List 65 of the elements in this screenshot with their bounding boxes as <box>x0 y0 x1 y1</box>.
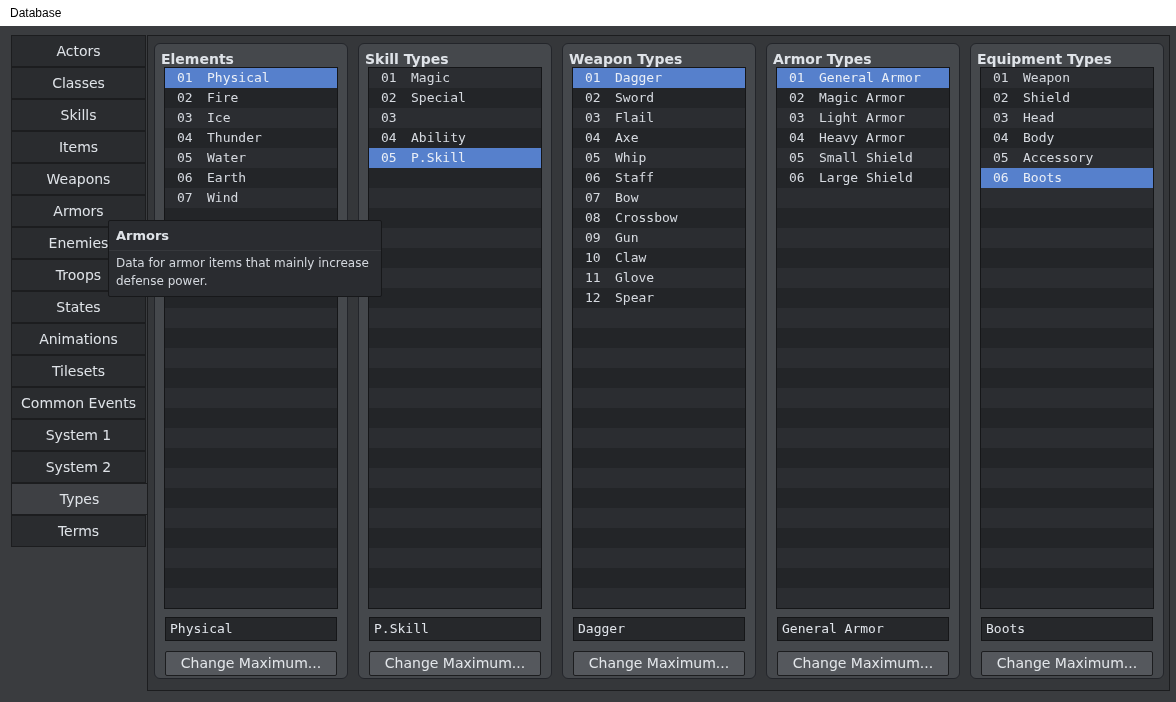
list-item[interactable]: 10 Claw <box>573 248 745 268</box>
sidebar-tab[interactable]: Animations <box>11 323 146 355</box>
list-item[interactable]: 02 Sword <box>573 88 745 108</box>
list-item[interactable]: 05 Accessory <box>981 148 1153 168</box>
list-item[interactable]: 05 Whip <box>573 148 745 168</box>
list-item[interactable]: 05 Small Shield <box>777 148 949 168</box>
group-title: Weapon Types <box>569 51 683 67</box>
change-maximum-button[interactable]: Change Maximum... <box>165 651 337 676</box>
sidebar-tab[interactable]: States <box>11 291 146 323</box>
list-item[interactable]: 02 Shield <box>981 88 1153 108</box>
window-title: Database <box>10 5 62 22</box>
sidebar-tab[interactable]: Armors <box>11 195 146 227</box>
list-item[interactable]: 12 Spear <box>573 288 745 308</box>
list-item[interactable]: 06 Large Shield <box>777 168 949 188</box>
sidebar-tab[interactable]: Actors <box>11 35 146 67</box>
list-item[interactable]: 07 Wind <box>165 188 337 208</box>
list-item[interactable]: 03 Light Armor <box>777 108 949 128</box>
list-item[interactable]: 04 Heavy Armor <box>777 128 949 148</box>
sidebar-tab[interactable]: Types <box>11 483 148 515</box>
sidebar-tab[interactable]: Common Events <box>11 387 146 419</box>
list-item[interactable]: 06 Earth <box>165 168 337 188</box>
sidebar-tab[interactable]: Tilesets <box>11 355 146 387</box>
list-item[interactable]: 07 Bow <box>573 188 745 208</box>
group-title: Elements <box>161 51 234 67</box>
list-item[interactable]: 11 Glove <box>573 268 745 288</box>
list-item[interactable]: 01 Magic <box>369 68 541 88</box>
type-list[interactable]: 01 Magic 02 Special 03 04 Ability 05 P.Skill <box>368 67 542 609</box>
group-title: Armor Types <box>773 51 872 67</box>
list-item[interactable]: 04 Axe <box>573 128 745 148</box>
name-field[interactable]: Boots <box>981 617 1153 641</box>
type-list[interactable]: 01 General Armor 02 Magic Armor 03 Light Armor 04 Heavy Armor 05 Small Shield 06 Large Shield <box>776 67 950 609</box>
name-field[interactable]: Physical <box>165 617 337 641</box>
type-list[interactable]: 01 Dagger 02 Sword 03 Flail 04 Axe 05 Whip 06 Staff 07 Bow 08 Crossbow 09 Gun 10 Claw 11 Glove 12 Spear <box>572 67 746 609</box>
list-item[interactable]: 09 Gun <box>573 228 745 248</box>
group-title: Skill Types <box>365 51 449 67</box>
list-item[interactable]: 03 Flail <box>573 108 745 128</box>
change-maximum-button[interactable]: Change Maximum... <box>369 651 541 676</box>
list-item[interactable]: 03 Head <box>981 108 1153 128</box>
type-list[interactable]: 01 Weapon 02 Shield 03 Head 04 Body 05 Accessory 06 Boots <box>980 67 1154 609</box>
name-field[interactable]: Dagger <box>573 617 745 641</box>
list-item[interactable]: 03 Ice <box>165 108 337 128</box>
sidebar-tab[interactable]: System 2 <box>11 451 146 483</box>
list-item[interactable]: 01 Weapon <box>981 68 1153 88</box>
sidebar-tab[interactable]: Items <box>11 131 146 163</box>
list-item[interactable]: 04 Thunder <box>165 128 337 148</box>
list-item[interactable]: 05 Water <box>165 148 337 168</box>
change-maximum-button[interactable]: Change Maximum... <box>777 651 949 676</box>
list-item[interactable]: 04 Body <box>981 128 1153 148</box>
sidebar-tab[interactable]: Weapons <box>11 163 146 195</box>
name-field[interactable]: General Armor <box>777 617 949 641</box>
list-item[interactable]: 02 Special <box>369 88 541 108</box>
list-item[interactable]: 03 <box>369 108 541 128</box>
list-item[interactable]: 04 Ability <box>369 128 541 148</box>
change-maximum-button[interactable]: Change Maximum... <box>573 651 745 676</box>
group-title: Equipment Types <box>977 51 1112 67</box>
list-item[interactable]: 08 Crossbow <box>573 208 745 228</box>
list-item[interactable]: 02 Magic Armor <box>777 88 949 108</box>
list-item[interactable]: 06 Staff <box>573 168 745 188</box>
change-maximum-button[interactable]: Change Maximum... <box>981 651 1153 676</box>
sidebar-tab[interactable]: Skills <box>11 99 146 131</box>
name-field[interactable]: P.Skill <box>369 617 541 641</box>
sidebar-tab[interactable]: System 1 <box>11 419 146 451</box>
list-item[interactable]: 02 Fire <box>165 88 337 108</box>
sidebar-tab[interactable]: Classes <box>11 67 146 99</box>
sidebar-tab[interactable]: Terms <box>11 515 146 547</box>
